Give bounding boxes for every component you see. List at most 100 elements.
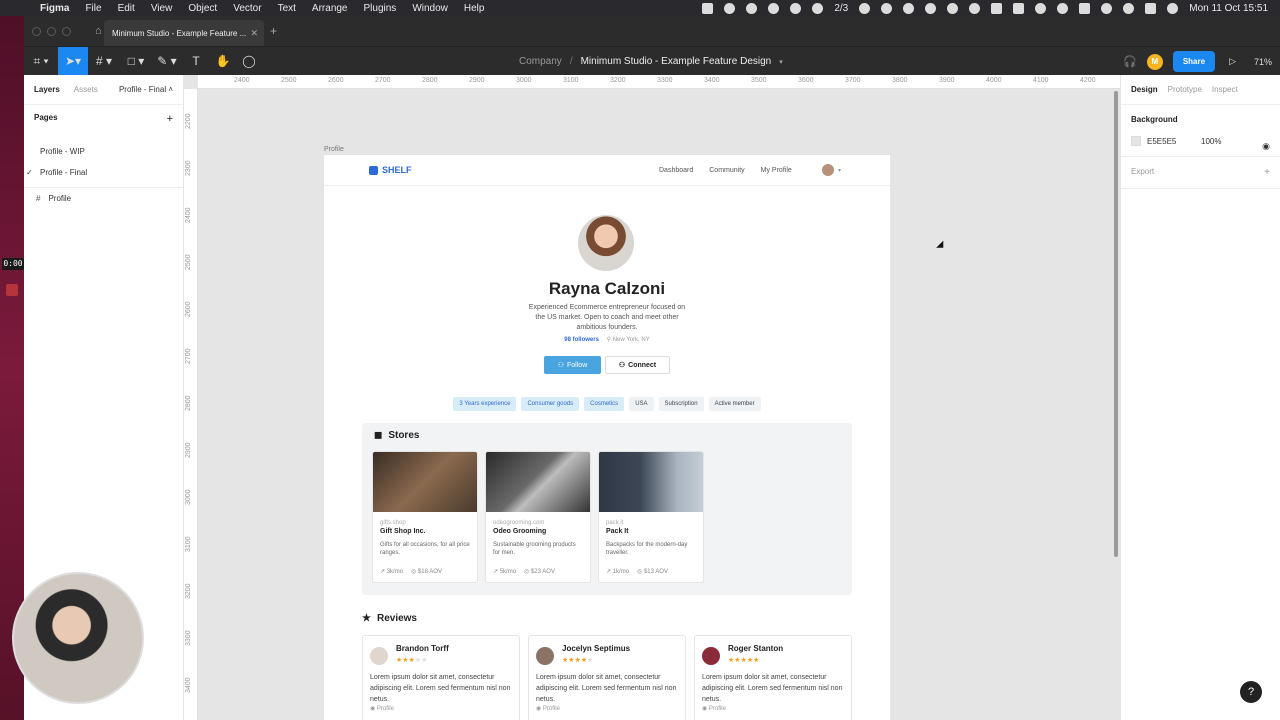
store-card[interactable]: pack.it Pack It Backpacks for the modern…: [598, 451, 704, 583]
layer-item-profile[interactable]: # Profile: [24, 188, 183, 208]
menu-help[interactable]: Help: [464, 3, 485, 14]
review-profile-link[interactable]: ◉ Profile: [536, 705, 560, 712]
background-opacity[interactable]: 100%: [1201, 137, 1221, 146]
tag-chip[interactable]: 3 Years experience: [453, 397, 517, 411]
tab-assets[interactable]: Assets: [74, 85, 98, 94]
pen-tool-icon[interactable]: ✎ ▾: [152, 47, 182, 76]
text-tool-icon[interactable]: T: [182, 47, 210, 76]
canvas-scrollbar[interactable]: [1114, 91, 1118, 557]
bluetooth-icon[interactable]: [1057, 2, 1069, 14]
frame-tool-icon[interactable]: # ▾: [88, 47, 120, 76]
tag-chip[interactable]: Consumer goods: [521, 397, 580, 411]
siri-icon[interactable]: [1167, 2, 1179, 14]
audio-icon[interactable]: 🎧: [1123, 55, 1137, 68]
add-page-icon[interactable]: +: [167, 113, 173, 125]
minus-circle-icon[interactable]: [947, 2, 959, 14]
chevron-down-icon[interactable]: ▾: [838, 167, 841, 174]
screenshot-icon[interactable]: [702, 2, 714, 14]
tag-chip[interactable]: Subscription: [658, 397, 704, 411]
keyboard-icon[interactable]: [991, 2, 1003, 14]
navigation-icon[interactable]: [724, 2, 736, 14]
nav-dashboard[interactable]: Dashboard: [659, 167, 693, 174]
tag-chip[interactable]: Active member: [708, 397, 761, 411]
dnd-icon[interactable]: [881, 2, 893, 14]
share-button[interactable]: Share: [1172, 51, 1216, 72]
pin-icon[interactable]: [1035, 2, 1047, 14]
followers-count[interactable]: 98 followers: [564, 337, 599, 343]
shelf-logo[interactable]: SHELF: [369, 165, 412, 175]
control-center-icon[interactable]: [1145, 2, 1157, 14]
menubar-clock[interactable]: Mon 11 Oct 15:51: [1189, 3, 1268, 14]
follow-button[interactable]: ⚇ Follow: [544, 356, 601, 374]
tab-layers[interactable]: Layers: [34, 85, 60, 94]
add-export-icon[interactable]: +: [1264, 167, 1270, 178]
menu-file[interactable]: File: [85, 3, 101, 14]
history-icon[interactable]: [903, 2, 915, 14]
page-item-final[interactable]: ✓ Profile - Final: [24, 162, 183, 183]
shape-tool-icon[interactable]: □ ▾: [120, 47, 152, 76]
record-icon[interactable]: [768, 2, 780, 14]
tab-prototype[interactable]: Prototype: [1168, 85, 1202, 94]
document-title[interactable]: Minimum Studio - Example Feature Design: [581, 56, 772, 67]
spotlight-search-icon[interactable]: [1123, 2, 1135, 14]
document-tab[interactable]: Minimum Studio - Example Feature ... ✕: [104, 20, 264, 46]
review-card[interactable]: Jocelyn Septimus ★★★★★ Lorem ipsum dolor…: [528, 635, 686, 720]
bug-icon[interactable]: [746, 2, 758, 14]
close-tab-icon[interactable]: ✕: [250, 28, 258, 39]
settings-icon[interactable]: [859, 2, 871, 14]
tab-design[interactable]: Design: [1131, 85, 1158, 94]
stop-recording-button[interactable]: [6, 284, 18, 296]
wifi-icon[interactable]: [1101, 2, 1113, 14]
store-card[interactable]: gifts.shop Gift Shop Inc. Gifts for all …: [372, 451, 478, 583]
menu-plugins[interactable]: Plugins: [364, 3, 397, 14]
tag-chip[interactable]: Cosmetics: [584, 397, 625, 411]
color-swatch[interactable]: [1131, 136, 1141, 146]
store-card[interactable]: odeogrooming.com Odeo Grooming Sustainab…: [485, 451, 591, 583]
eye-icon[interactable]: ◉: [1262, 141, 1270, 152]
battery-icon[interactable]: [1079, 2, 1091, 14]
help-button[interactable]: ?: [1240, 681, 1262, 703]
connect-button[interactable]: ⚇ Connect: [605, 356, 670, 374]
review-card[interactable]: Roger Stanton ★★★★★ Lorem ipsum dolor si…: [694, 635, 852, 720]
feather-icon[interactable]: [790, 2, 802, 14]
design-canvas[interactable]: 2400 2500 2600 2700 2800 2900 3000 3100 …: [184, 75, 1120, 720]
hand-tool-icon[interactable]: ✋: [210, 47, 236, 76]
review-card[interactable]: Brandon Torff ★★★★★ Lorem ipsum dolor si…: [362, 635, 520, 720]
review-profile-link[interactable]: ◉ Profile: [370, 705, 394, 712]
zoom-window-button[interactable]: [62, 26, 71, 36]
minimize-window-button[interactable]: [47, 26, 56, 36]
nav-community[interactable]: Community: [709, 167, 744, 174]
page-item-wip[interactable]: Profile - WIP: [24, 141, 183, 162]
menu-vector[interactable]: Vector: [233, 3, 261, 14]
main-menu-icon[interactable]: ⌗ ▾: [24, 47, 58, 76]
moon-icon[interactable]: [969, 2, 981, 14]
comment-tool-icon[interactable]: ◯: [236, 47, 262, 76]
profile-frame[interactable]: SHELF Dashboard Community My Profile ▾ R…: [324, 155, 890, 720]
play-icon[interactable]: [925, 2, 937, 14]
tag-chip[interactable]: USA: [629, 397, 654, 411]
current-page-selector[interactable]: Profile - Final ˄: [119, 85, 173, 94]
team-name[interactable]: Company: [519, 56, 562, 67]
weather-icon[interactable]: [812, 2, 824, 14]
brightness-status[interactable]: 2/3: [834, 3, 848, 14]
menu-text[interactable]: Text: [278, 3, 296, 14]
background-hex[interactable]: E5E5E5: [1147, 137, 1195, 146]
nav-my-profile[interactable]: My Profile: [761, 167, 792, 174]
user-avatar[interactable]: M: [1146, 53, 1163, 70]
menu-object[interactable]: Object: [188, 3, 217, 14]
new-tab-icon[interactable]: +: [270, 24, 277, 38]
menu-view[interactable]: View: [151, 3, 173, 14]
menu-window[interactable]: Window: [412, 3, 448, 14]
move-tool-icon[interactable]: ➤▾: [58, 46, 88, 76]
present-icon[interactable]: ▷: [1229, 56, 1236, 67]
frame-label[interactable]: Profile: [324, 146, 344, 153]
menu-edit[interactable]: Edit: [118, 3, 135, 14]
review-profile-link[interactable]: ◉ Profile: [702, 705, 726, 712]
chevron-down-icon[interactable]: ▾: [779, 58, 783, 66]
zoom-level[interactable]: 71%: [1254, 57, 1272, 67]
stop-icon[interactable]: [1013, 2, 1025, 14]
close-window-button[interactable]: [32, 26, 41, 36]
tab-inspect[interactable]: Inspect: [1212, 85, 1238, 94]
export-header[interactable]: Export: [1131, 167, 1154, 178]
menu-arrange[interactable]: Arrange: [312, 3, 348, 14]
